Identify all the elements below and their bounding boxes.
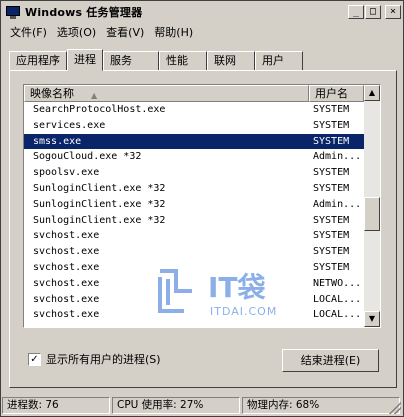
tab-strip: 应用程序 进程 服务 性能 联网 用户 [9,49,303,71]
task-manager-window: Windows 任务管理器 _ □ × 文件(F) 选项(O) 查看(V) 帮助… [0,0,404,417]
title-bar[interactable]: Windows 任务管理器 _ □ × [2,2,402,22]
process-image-name: svchost.exe [33,261,100,273]
status-bar: 进程数: 76 CPU 使用率: 27% 物理内存: 68% [2,397,402,415]
process-image-name: svchost.exe [33,230,100,242]
status-memory-usage: 物理内存: 68% [242,397,400,414]
scroll-thumb[interactable] [364,197,380,231]
process-image-name: smss.exe [33,135,82,147]
process-image-name: svchost.exe [33,293,100,305]
process-row[interactable]: svchost.exe SYSTEM [24,244,364,260]
column-header-user-name[interactable]: 用户名 [309,85,364,102]
end-process-button[interactable]: 结束进程(E) [282,349,379,372]
window-title: Windows 任务管理器 [25,6,143,19]
process-image-name: SunloginClient.exe *32 [33,198,166,210]
process-image-name: SogouCloud.exe *32 [33,151,142,163]
process-row[interactable]: svchost.exe NETWO... [24,276,364,292]
menu-bar: 文件(F) 选项(O) 查看(V) 帮助(H) [5,24,198,42]
process-image-name: svchost.exe [33,309,100,321]
status-cpu-usage: CPU 使用率: 27% [112,397,240,414]
process-row[interactable]: svchost.exe SYSTEM [24,260,364,276]
maximize-button[interactable]: □ [365,5,381,19]
show-all-users-label[interactable]: 显示所有用户的进程(S) [46,351,161,367]
process-user-name: LOCAL... [313,309,362,321]
process-row[interactable]: SogouCloud.exe *32 Admin... [24,149,364,165]
list-body: SearchProtocolHost.exe SYSTEM services.exe… [24,102,364,323]
show-all-users-checkbox[interactable]: ✓ [28,352,41,366]
tab-performance[interactable]: 性能 [159,51,207,71]
menu-help[interactable]: 帮助(H) [149,24,198,42]
process-user-name: SYSTEM [313,167,350,179]
process-user-name: SYSTEM [313,230,350,242]
process-row[interactable]: SunloginClient.exe *32 SYSTEM [24,213,364,229]
process-user-name: SYSTEM [313,135,350,147]
process-image-name: SunloginClient.exe *32 [33,214,166,226]
sort-ascending-icon: ▲ [91,91,98,100]
process-image-name: svchost.exe [33,246,100,258]
column-header-image-name[interactable]: 映像名称 ▲ [24,85,309,102]
process-row[interactable]: SunloginClient.exe *32 SYSTEM [24,181,364,197]
menu-options[interactable]: 选项(O) [52,24,101,42]
process-user-name: SYSTEM [313,104,350,115]
process-row[interactable]: SearchProtocolHost.exe SYSTEM [24,102,364,118]
menu-file[interactable]: 文件(F) [5,24,52,42]
tab-applications[interactable]: 应用程序 [9,51,67,71]
resize-grip-icon[interactable] [389,402,401,414]
process-user-name: SYSTEM [313,261,350,273]
minimize-button[interactable]: _ [348,5,364,19]
process-image-name: SunloginClient.exe *32 [33,182,166,194]
process-user-name: Admin... [313,198,362,210]
process-image-name: SearchProtocolHost.exe [33,104,166,115]
process-user-name: NETWO... [313,277,362,289]
process-row[interactable]: svchost.exe LOCAL... [24,307,364,323]
process-user-name: SYSTEM [313,214,350,226]
process-row[interactable]: spoolsv.exe SYSTEM [24,165,364,181]
process-row[interactable]: svchost.exe SYSTEM [24,228,364,244]
menu-view[interactable]: 查看(V) [101,24,149,42]
scroll-up-button[interactable]: ▲ [364,85,380,101]
tab-services[interactable]: 服务 [103,51,159,71]
process-user-name: SYSTEM [313,182,350,194]
process-list[interactable]: 映像名称 ▲ 用户名 SearchProtocolHost.exe SYSTEM s… [23,84,381,328]
tab-users[interactable]: 用户 [255,51,303,71]
process-row[interactable]: smss.exe SYSTEM [24,133,364,150]
process-image-name: spoolsv.exe [33,167,100,179]
process-user-name: LOCAL... [313,293,362,305]
column-header-image-name-label: 映像名称 [30,87,74,100]
process-image-name: services.exe [33,119,106,131]
process-user-name: Admin... [313,151,362,163]
process-row[interactable]: svchost.exe LOCAL... [24,292,364,308]
process-image-name: svchost.exe [33,277,100,289]
process-row[interactable]: services.exe SYSTEM [24,118,364,134]
show-all-users-option[interactable]: ✓ 显示所有用户的进程(S) [28,351,161,367]
tab-processes[interactable]: 进程 [67,49,103,71]
tab-networking[interactable]: 联网 [207,51,255,71]
scroll-down-button[interactable]: ▼ [364,311,380,327]
process-user-name: SYSTEM [313,119,350,131]
process-row[interactable]: SunloginClient.exe *32 Admin... [24,197,364,213]
status-process-count: 进程数: 76 [2,397,110,414]
vertical-scrollbar[interactable]: ▲ ▼ [364,85,380,327]
process-user-name: SYSTEM [313,246,350,258]
close-button[interactable]: × [385,5,401,19]
list-header: 映像名称 ▲ 用户名 [24,85,364,102]
task-manager-icon [5,4,21,20]
